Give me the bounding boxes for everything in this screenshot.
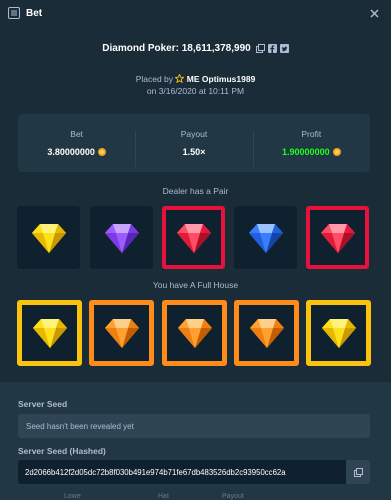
placed-by: Placed by ME Optimus1989 <box>0 73 391 84</box>
hashed-seed-label: Server Seed (Hashed) <box>18 446 106 456</box>
player-hand-label: You have A Full House <box>152 280 239 290</box>
gem-icon <box>248 223 283 253</box>
bet-details: Diamond Poker: 18,611,378,990 Placed by … <box>0 26 391 382</box>
gem-card <box>234 206 297 269</box>
gem-icon <box>104 319 139 348</box>
stat-profit-label: Profit <box>301 129 322 139</box>
close-icon <box>369 8 379 18</box>
gem-card <box>306 206 369 269</box>
modal-title: Bet <box>26 7 43 19</box>
placed-date: on 3/16/2020 at 10:11 PM <box>146 86 245 96</box>
copy-icon <box>353 467 363 477</box>
dealer-hand-label: Dealer has a Pair <box>162 186 229 196</box>
gem-icon <box>249 319 284 348</box>
server-seed-field: Seed hasn't been revealed yet <box>18 414 370 438</box>
stat-payout-value: 1.50× <box>182 147 206 157</box>
stat-bet: Bet 3.80000000 <box>18 129 135 157</box>
modal-header: Bet <box>0 0 391 26</box>
close-button[interactable] <box>366 5 382 21</box>
gem-card <box>17 206 80 269</box>
gem-card <box>162 206 225 269</box>
bet-title: Diamond Poker: 18,611,378,990 <box>102 43 251 54</box>
stat-profit: Profit 1.90000000 <box>252 129 370 167</box>
bet-title-row: Diamond Poker: 18,611,378,990 <box>0 43 391 54</box>
gem-card <box>90 206 153 269</box>
stat-payout: Payout 1.50× <box>135 129 252 167</box>
gem-card <box>162 300 227 366</box>
stat-payout-label: Payout <box>180 129 208 139</box>
placed-by-prefix: Placed by <box>135 74 174 84</box>
username-link[interactable]: ME Optimus1989 <box>187 74 256 84</box>
coin-icon <box>332 148 341 156</box>
gem-card <box>89 300 154 366</box>
peek-col-2: Hat <box>158 493 169 500</box>
peek-col-3: Payout <box>222 493 244 500</box>
copy-button[interactable] <box>346 460 370 484</box>
server-seed-label: Server Seed <box>18 399 68 409</box>
gem-icon <box>321 319 356 348</box>
stat-profit-value: 1.90000000 <box>282 147 330 157</box>
coin-icon <box>97 148 106 156</box>
star-icon <box>174 73 186 84</box>
facebook-icon[interactable] <box>267 44 277 53</box>
seeds-panel: Server Seed Seed hasn't been revealed ye… <box>0 382 391 500</box>
gem-card <box>17 300 82 366</box>
stat-bet-value: 3.80000000 <box>47 147 95 157</box>
stats-panel: Bet 3.80000000 Payout 1.50× Profit 1.900… <box>18 114 370 172</box>
gem-icon <box>177 319 212 348</box>
gem-card <box>234 300 299 366</box>
peek-col-1: Lowe <box>64 493 81 500</box>
gem-icon <box>104 223 139 253</box>
bet-list-icon <box>8 7 20 19</box>
gem-icon <box>31 223 66 253</box>
gem-icon <box>320 223 355 253</box>
bookmark-icon[interactable] <box>255 44 265 53</box>
gem-card <box>306 300 371 366</box>
hashed-seed-field[interactable]: 2d2066b412f2d05dc72b8f030b491e974b71fe67… <box>18 460 346 484</box>
gem-icon <box>176 223 211 253</box>
stat-bet-label: Bet <box>70 129 84 139</box>
gem-icon <box>32 319 67 348</box>
hashed-seed-group: 2d2066b412f2d05dc72b8f030b491e974b71fe67… <box>18 460 370 484</box>
twitter-icon[interactable] <box>279 44 289 53</box>
